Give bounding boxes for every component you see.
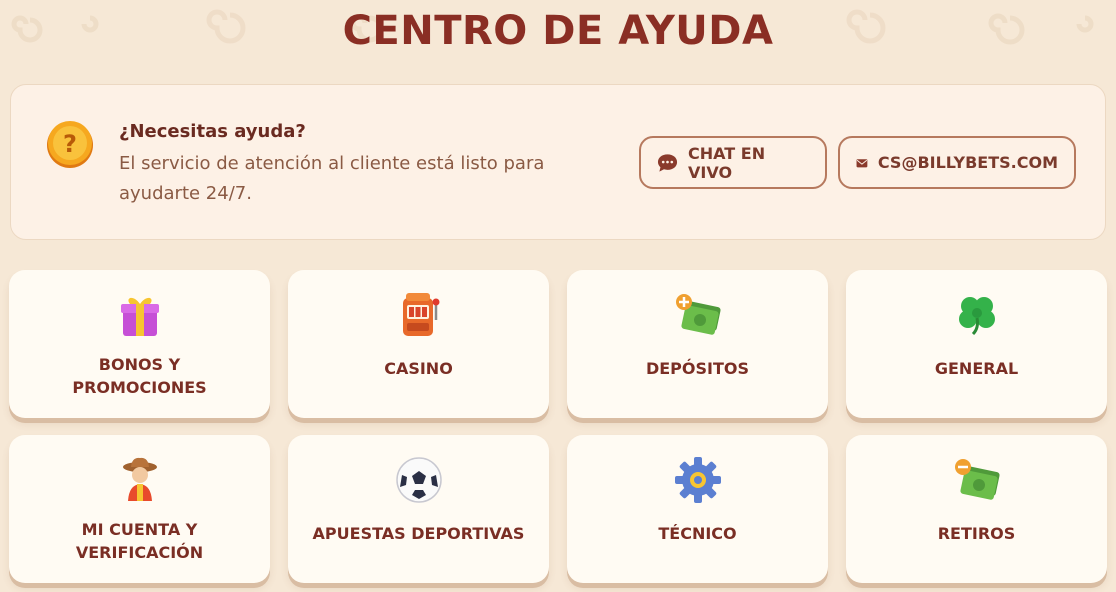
help-heading: ¿Necesitas ayuda? [119,121,306,142]
cash-minus-icon [955,459,1000,500]
category-card-tecnico[interactable]: TÉCNICO [567,435,828,583]
category-label: DEPÓSITOS [645,359,750,378]
chat-icon [657,153,678,172]
category-label: GENERAL [934,359,1019,378]
help-panel: ? ¿Necesitas ayuda? El servicio de atenc… [10,84,1106,240]
category-label: CASINO [384,359,453,378]
category-label: APUESTAS DEPORTIVAS [312,524,525,543]
category-card-depositos[interactable]: DEPÓSITOS [567,270,828,418]
svg-text:?: ? [63,130,77,158]
gift-icon [121,297,159,336]
soccer-ball-icon [396,457,442,503]
category-card-general[interactable]: GENERAL [846,270,1107,418]
category-card-casino[interactable]: CASINO [288,270,549,418]
live-chat-button[interactable]: CHAT EN VIVO [639,136,827,189]
category-label: BONOS Y PROMOCIONES [72,355,207,397]
category-label: MI CUENTA Y VERIFICACIÓN [75,520,204,562]
page-title: CENTRO DE AYUDA [342,8,774,54]
email-label: CS@BILLYBETS.COM [877,153,1058,172]
category-label: RETIROS [937,524,1016,543]
slot-machine-icon [403,293,440,336]
mail-icon [856,158,868,167]
category-card-retiros[interactable]: RETIROS [846,435,1107,583]
cowboy-icon [123,457,157,501]
question-coin-icon: ? [47,121,93,168]
category-card-mi-cuenta[interactable]: MI CUENTA Y VERIFICACIÓN [9,435,270,583]
category-label: TÉCNICO [658,524,737,543]
gear-icon [675,457,721,503]
live-chat-label: CHAT EN VIVO [688,143,766,182]
category-card-bonos[interactable]: BONOS Y PROMOCIONES [9,270,270,418]
clover-icon [959,297,995,336]
category-card-apuestas[interactable]: APUESTAS DEPORTIVAS [288,435,549,583]
cash-plus-icon [676,294,721,335]
help-text: El servicio de atención al cliente está … [119,153,545,204]
email-button[interactable]: CS@BILLYBETS.COM [838,136,1076,189]
